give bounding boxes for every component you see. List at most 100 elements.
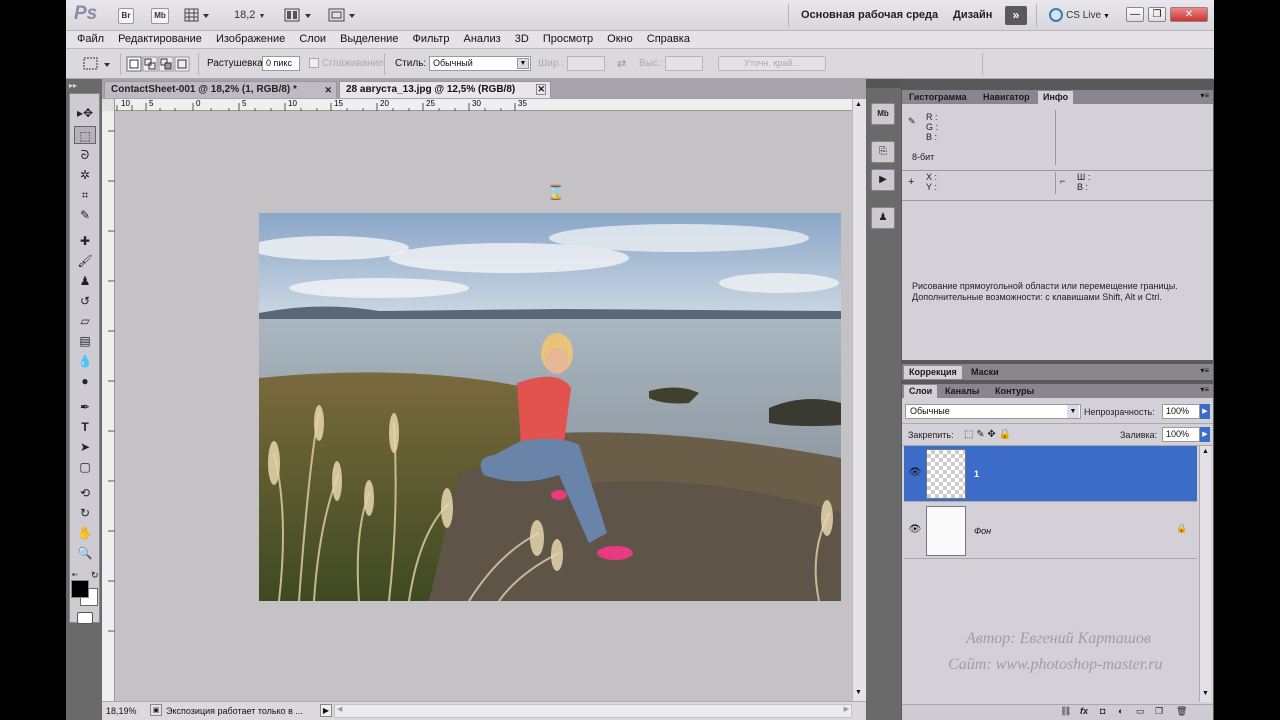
panel-menu-icon[interactable]: ▾≡ bbox=[1200, 385, 1209, 394]
lock-transparency-icon[interactable]: ⬚ bbox=[964, 429, 973, 440]
menu-filter[interactable]: Фильтр bbox=[413, 31, 450, 48]
3d-rotate-tool-icon[interactable]: ⟲ bbox=[74, 484, 96, 502]
menu-select[interactable]: Выделение bbox=[340, 31, 398, 48]
close-button[interactable]: ✕ bbox=[1170, 7, 1208, 22]
layer-row[interactable]: 👁 Фон 🔒 bbox=[904, 503, 1197, 559]
minimize-button[interactable]: — bbox=[1126, 7, 1144, 22]
swap-colors-icon[interactable]: ↻ bbox=[91, 570, 99, 581]
scroll-down-icon[interactable]: ▼ bbox=[1202, 690, 1209, 697]
style-select[interactable]: Обычный ▼ bbox=[429, 56, 531, 71]
history-brush-tool-icon[interactable]: ↺ bbox=[74, 292, 96, 310]
height-input[interactable] bbox=[665, 56, 703, 71]
menu-edit[interactable]: Редактирование bbox=[118, 31, 202, 48]
tab-histogram[interactable]: Гистограмма bbox=[904, 91, 972, 104]
scroll-left-icon[interactable]: ◀ bbox=[337, 705, 342, 713]
scroll-up-icon[interactable]: ▲ bbox=[855, 101, 864, 110]
dodge-tool-icon[interactable]: ● bbox=[74, 372, 96, 390]
adjustment-icon[interactable]: ◐ bbox=[1118, 706, 1123, 716]
scroll-right-icon[interactable]: ▶ bbox=[844, 705, 849, 713]
feather-input[interactable]: 0 пикс bbox=[262, 56, 300, 71]
menu-analysis[interactable]: Анализ bbox=[464, 31, 501, 48]
tab-layers[interactable]: Слои bbox=[904, 385, 938, 398]
healing-brush-tool-icon[interactable]: ✚ bbox=[74, 232, 96, 250]
workspace-design[interactable]: Дизайн bbox=[953, 9, 992, 21]
menu-3d[interactable]: 3D bbox=[515, 31, 529, 48]
menu-image[interactable]: Изображение bbox=[216, 31, 285, 48]
more-workspaces-button[interactable]: » bbox=[1005, 6, 1027, 25]
actions-panel-icon[interactable]: ▶ bbox=[871, 169, 895, 191]
opacity-arrow-icon[interactable]: ▶ bbox=[1200, 404, 1210, 419]
new-layer-icon[interactable]: ❐ bbox=[1155, 706, 1163, 717]
width-input[interactable] bbox=[567, 56, 605, 71]
layer-name[interactable]: Фон bbox=[974, 526, 991, 536]
tab-active-document[interactable]: 28 августа_13.jpg @ 12,5% (RGB/8) ✕ bbox=[339, 81, 551, 98]
eyedropper-tool-icon[interactable]: ✎ bbox=[74, 206, 96, 224]
selection-mode-buttons[interactable] bbox=[126, 56, 192, 72]
layer-row-selected[interactable]: 👁 1 bbox=[904, 446, 1197, 502]
close-tab-icon[interactable]: ✕ bbox=[536, 84, 546, 95]
path-selection-tool-icon[interactable]: ➤ bbox=[74, 438, 96, 456]
menu-window[interactable]: Окно bbox=[607, 31, 633, 48]
layers-scrollbar[interactable]: ▲ ▼ bbox=[1199, 446, 1211, 702]
status-zoom[interactable]: 18,19% bbox=[106, 706, 137, 716]
mini-bridge-button[interactable]: Mb bbox=[151, 8, 169, 24]
3d-orbit-tool-icon[interactable]: ↻ bbox=[74, 504, 96, 522]
lock-position-icon[interactable]: ✥ bbox=[987, 429, 995, 440]
tab-navigator[interactable]: Навигатор bbox=[978, 91, 1035, 104]
quick-selection-tool-icon[interactable]: ✲ bbox=[74, 166, 96, 184]
foreground-color-swatch[interactable] bbox=[71, 580, 89, 598]
rectangular-marquee-tool-icon[interactable]: ⬚ bbox=[74, 126, 96, 144]
type-tool-icon[interactable]: T bbox=[74, 418, 96, 436]
close-tab-icon[interactable]: ✕ bbox=[324, 82, 332, 98]
tab-adjustments[interactable]: Коррекция bbox=[904, 366, 962, 379]
fx-icon[interactable]: fx bbox=[1080, 706, 1088, 716]
status-options-icon[interactable]: ▣ bbox=[150, 704, 162, 716]
mask-icon[interactable]: ◘ bbox=[1100, 706, 1105, 716]
antialias-checkbox[interactable] bbox=[309, 58, 319, 68]
workspace-essentials[interactable]: Основная рабочая среда bbox=[801, 9, 938, 21]
clone-stamp-tool-icon[interactable]: ♟ bbox=[74, 272, 96, 290]
lock-icons[interactable]: ⬚ ✎ ✥ 🔒 bbox=[964, 429, 1011, 440]
move-tool-icon[interactable]: ▸✥ bbox=[74, 104, 96, 122]
zoom-tool-icon[interactable]: 🔍 bbox=[74, 544, 96, 562]
tab-masks[interactable]: Маски bbox=[966, 366, 1004, 379]
status-menu-arrow-icon[interactable]: ▶ bbox=[320, 704, 332, 717]
opacity-input[interactable]: 100% bbox=[1162, 404, 1200, 419]
lock-all-icon[interactable]: 🔒 bbox=[999, 429, 1011, 440]
quick-mask-icon[interactable] bbox=[77, 612, 93, 624]
cs-live-button[interactable]: CS Live ▼ bbox=[1049, 8, 1110, 22]
fill-input[interactable]: 100% bbox=[1162, 427, 1200, 442]
shape-tool-icon[interactable]: ▢ bbox=[74, 458, 96, 476]
clone-source-panel-icon[interactable]: ♟ bbox=[871, 207, 895, 229]
vertical-scrollbar[interactable]: ▲ ▼ bbox=[852, 99, 866, 701]
view-extras-dropdown[interactable] bbox=[184, 8, 212, 23]
trash-icon[interactable]: 🗑 bbox=[1176, 706, 1187, 717]
blend-mode-select[interactable]: Обычные ▼ bbox=[905, 404, 1081, 419]
eye-icon[interactable]: 👁 bbox=[908, 466, 922, 480]
tab-contactsheet[interactable]: ContactSheet-001 @ 18,2% (1, RGB/8) * ✕ bbox=[104, 81, 337, 98]
lasso-tool-icon[interactable]: ᘐ bbox=[74, 146, 96, 164]
folder-icon[interactable]: ▭ bbox=[1136, 706, 1145, 717]
arrange-documents-dropdown[interactable] bbox=[284, 8, 314, 23]
menu-help[interactable]: Справка bbox=[647, 31, 690, 48]
tab-channels[interactable]: Каналы bbox=[940, 385, 984, 398]
bridge-button[interactable]: Br bbox=[118, 8, 134, 24]
ruler-origin[interactable] bbox=[102, 99, 115, 111]
swap-icon[interactable]: ⇄ bbox=[617, 57, 626, 70]
screen-mode-dropdown[interactable] bbox=[328, 8, 358, 23]
menu-view[interactable]: Просмотр bbox=[543, 31, 593, 48]
lock-pixels-icon[interactable]: ✎ bbox=[976, 429, 984, 440]
eye-icon[interactable]: 👁 bbox=[908, 523, 922, 537]
restore-button[interactable]: ❐ bbox=[1148, 7, 1166, 22]
collapse-icon[interactable]: ▸▸ bbox=[69, 81, 77, 90]
menu-layers[interactable]: Слои bbox=[299, 31, 326, 48]
menu-file[interactable]: Файл bbox=[77, 31, 104, 48]
brush-tool-icon[interactable]: 🖌 bbox=[74, 252, 96, 270]
tool-preset-picker[interactable] bbox=[80, 54, 114, 74]
panel-menu-icon[interactable]: ▾≡ bbox=[1200, 366, 1209, 375]
default-colors-icon[interactable]: ▪▫ bbox=[72, 570, 78, 579]
scroll-up-icon[interactable]: ▲ bbox=[1202, 448, 1209, 455]
zoom-level[interactable]: 18,2 ▼ bbox=[234, 9, 265, 21]
horizontal-scrollbar[interactable]: ◀ ▶ bbox=[334, 704, 852, 718]
fill-arrow-icon[interactable]: ▶ bbox=[1200, 427, 1210, 442]
